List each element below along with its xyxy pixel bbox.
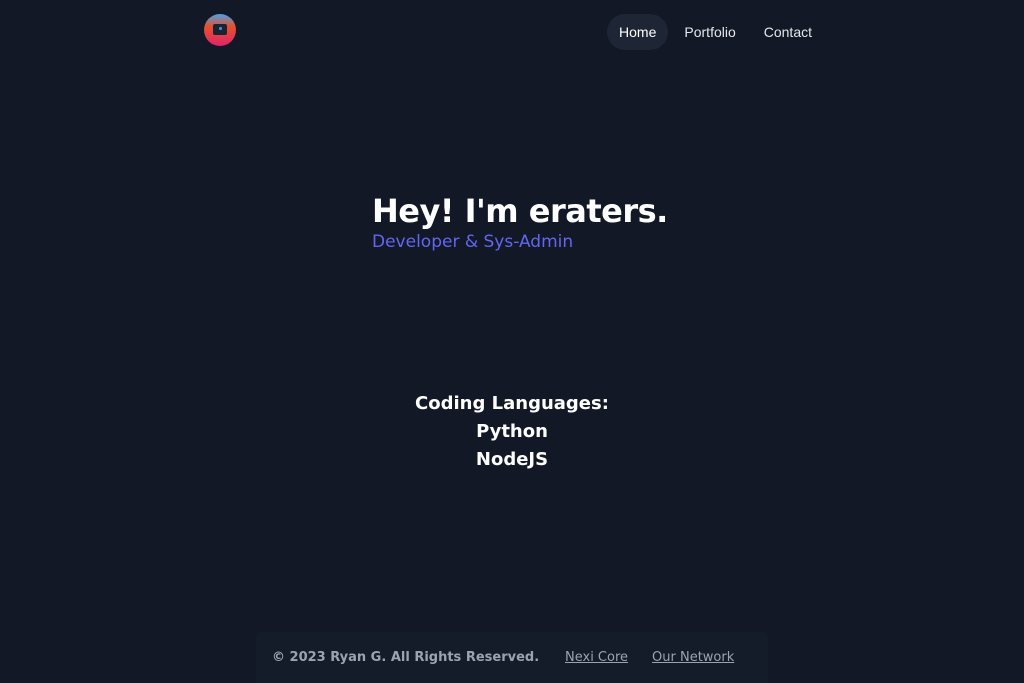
- languages-heading: Coding Languages:: [415, 393, 609, 414]
- copyright-text: © 2023 Ryan G. All Rights Reserved.: [272, 650, 540, 665]
- logo-icon[interactable]: [204, 14, 236, 46]
- site-footer: © 2023 Ryan G. All Rights Reserved. Nexi…: [256, 632, 768, 683]
- nav-link-contact[interactable]: Contact: [752, 14, 824, 50]
- footer-link-nexi-core[interactable]: Nexi Core: [565, 650, 628, 665]
- nav-menu: Home Portfolio Contact: [603, 14, 824, 50]
- languages-section: Coding Languages: Python NodeJS: [312, 390, 712, 474]
- logo-dot-shape: [219, 27, 222, 30]
- footer-links: Nexi Core Our Network: [565, 650, 758, 665]
- hero-section: Hey! I'm eraters. Developer & Sys-Admin: [372, 192, 772, 252]
- hero-title: Hey! I'm eraters.: [372, 192, 668, 230]
- footer-link-our-network[interactable]: Our Network: [652, 650, 734, 665]
- site-header: Home Portfolio Contact: [204, 14, 824, 50]
- language-item-nodejs: NodeJS: [475, 449, 549, 470]
- nav-link-portfolio[interactable]: Portfolio: [672, 14, 747, 50]
- language-item-python: Python: [476, 421, 548, 442]
- hero-subtitle: Developer & Sys-Admin: [372, 232, 574, 252]
- nav-link-home[interactable]: Home: [607, 14, 669, 50]
